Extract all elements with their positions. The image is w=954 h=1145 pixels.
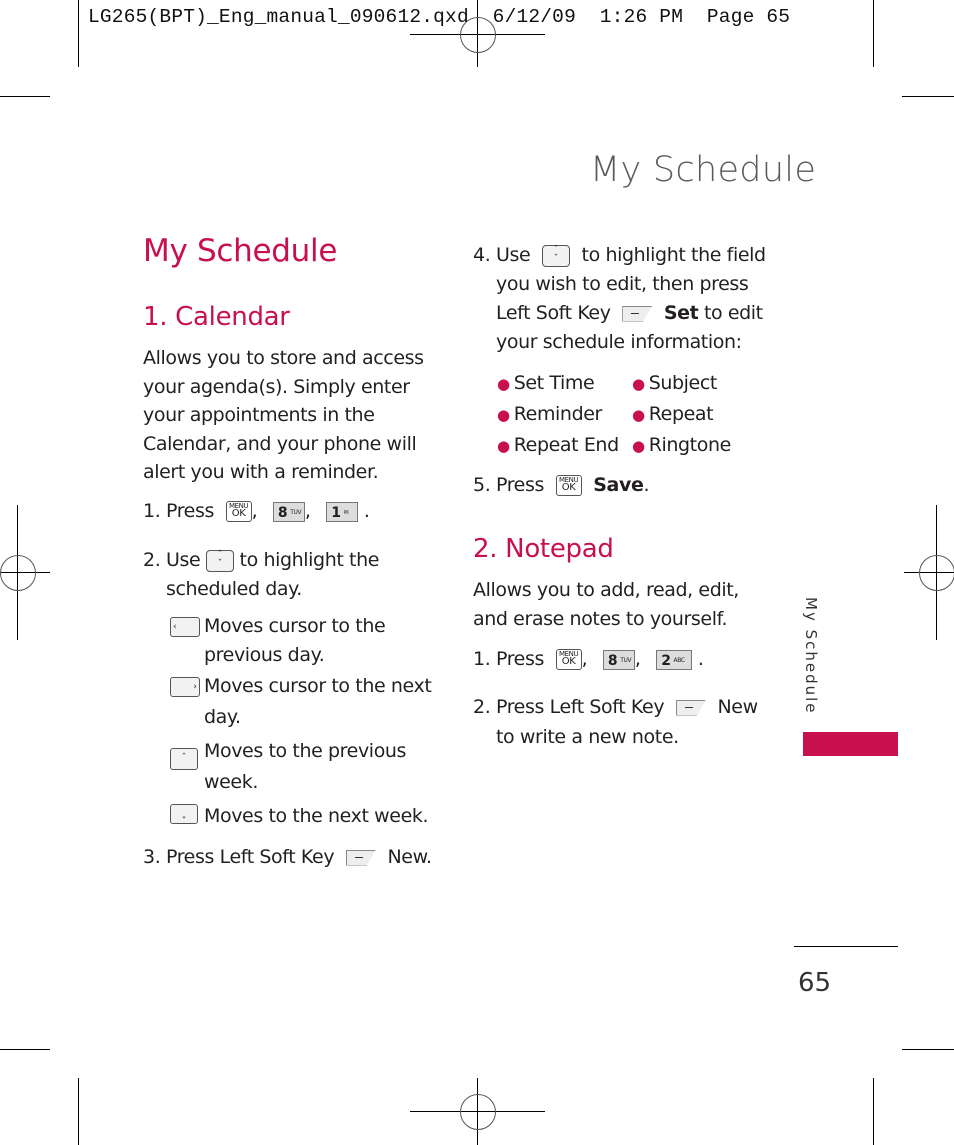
- bullet-icon: ●: [632, 437, 645, 455]
- page-title: My Schedule: [590, 150, 817, 190]
- key-2-icon: 2 ABC: [656, 649, 693, 670]
- section-heading: My Schedule: [143, 233, 338, 269]
- calendar-step-4: 4. Use ˆˇ to highlight the field you wis…: [473, 244, 766, 353]
- side-tab-label: My Schedule: [802, 597, 820, 715]
- field-item: ● Repeat: [632, 403, 714, 425]
- field-item: ● Repeat End: [497, 434, 619, 456]
- key-8-icon: 8 TUV: [272, 501, 305, 522]
- menu-ok-key-icon: MENU OK: [225, 501, 252, 522]
- crop-mark: [78, 0, 79, 67]
- field-item: ● Reminder: [497, 403, 602, 425]
- calendar-step-3: 3. Press Left Soft Key New.: [143, 846, 432, 868]
- intro-line: alert you with a reminder.: [143, 461, 379, 483]
- page-number: 65: [798, 968, 832, 998]
- key-1-icon: 1 ✉: [326, 501, 359, 522]
- nav-desc: Moves cursor to the previous day.: [204, 615, 386, 666]
- nav-down-key-icon: ˬ: [170, 804, 198, 824]
- crop-mark: [0, 96, 50, 97]
- notepad-step-1: 1. Press MENU OK, 8 TUV, 2 ABC .: [473, 648, 704, 670]
- crop-mark: [902, 96, 954, 97]
- nav-key-icon: ˆˇ: [205, 549, 234, 572]
- calendar-intro: Allows you to store and access your agen…: [143, 344, 424, 487]
- nav-desc: Moves to the previous week.: [204, 740, 407, 793]
- nav-left-key-icon: ‹: [170, 617, 200, 637]
- crop-mark: [873, 0, 874, 67]
- notepad-intro: Allows you to add, read, edit, and erase…: [473, 579, 739, 630]
- bullet-icon: ●: [497, 437, 510, 455]
- field-item: ● Subject: [632, 372, 717, 394]
- menu-ok-key-icon: MENU OK: [555, 475, 582, 496]
- footer-rule: [794, 946, 898, 947]
- notepad-heading: 2. Notepad: [473, 534, 614, 564]
- nav-up-key-icon: ˆ: [170, 748, 198, 770]
- left-soft-key-icon: [345, 849, 376, 866]
- calendar-step-5: 5. Press MENU OK Save.: [473, 474, 650, 496]
- field-item: ● Ringtone: [632, 434, 731, 456]
- crop-mark: [0, 1049, 50, 1050]
- bullet-icon: ●: [632, 406, 645, 424]
- field-item: ● Set Time: [497, 372, 595, 394]
- crop-mark: [78, 1078, 79, 1145]
- intro-line: Allows you to store and access: [143, 347, 424, 369]
- bullet-icon: ●: [497, 406, 510, 424]
- crop-mark: [902, 1049, 954, 1050]
- calendar-step-2: 2. Use ˆˇ to highlight the scheduled day…: [143, 549, 380, 600]
- registration-mark: [919, 555, 954, 591]
- intro-line: your agenda(s). Simply enter: [143, 375, 410, 398]
- bullet-icon: ●: [632, 375, 645, 393]
- calendar-heading: 1. Calendar: [143, 302, 290, 332]
- key-8-icon: 8 TUV: [602, 649, 635, 670]
- side-tab-bar: [803, 732, 898, 756]
- intro-line: your appointments in the: [143, 404, 375, 426]
- nav-updown-key-icon: ˆˇ: [541, 244, 570, 267]
- left-soft-key-icon: [675, 699, 706, 716]
- intro-line: Calendar, and your phone will: [143, 432, 417, 455]
- nav-right-key-icon: ›: [170, 677, 200, 697]
- left-soft-key-icon: [622, 305, 653, 322]
- nav-desc: Moves cursor to the next day.: [204, 675, 432, 728]
- bullet-icon: ●: [497, 375, 510, 393]
- crop-mark: [873, 1078, 874, 1145]
- nav-desc: Moves to the next week.: [204, 805, 429, 827]
- registration-mark: [460, 1094, 496, 1130]
- notepad-step-2: 2. Press Left Soft Key New to write a ne…: [473, 696, 758, 748]
- calendar-step-1: 1. Press MENU OK, 8 TUV, 1 ✉ .: [143, 500, 370, 522]
- registration-mark: [0, 555, 36, 591]
- menu-ok-key-icon: MENU OK: [555, 649, 582, 670]
- file-slug: LG265(BPT)_Eng_manual_090612.qxd 6/12/09…: [88, 6, 791, 28]
